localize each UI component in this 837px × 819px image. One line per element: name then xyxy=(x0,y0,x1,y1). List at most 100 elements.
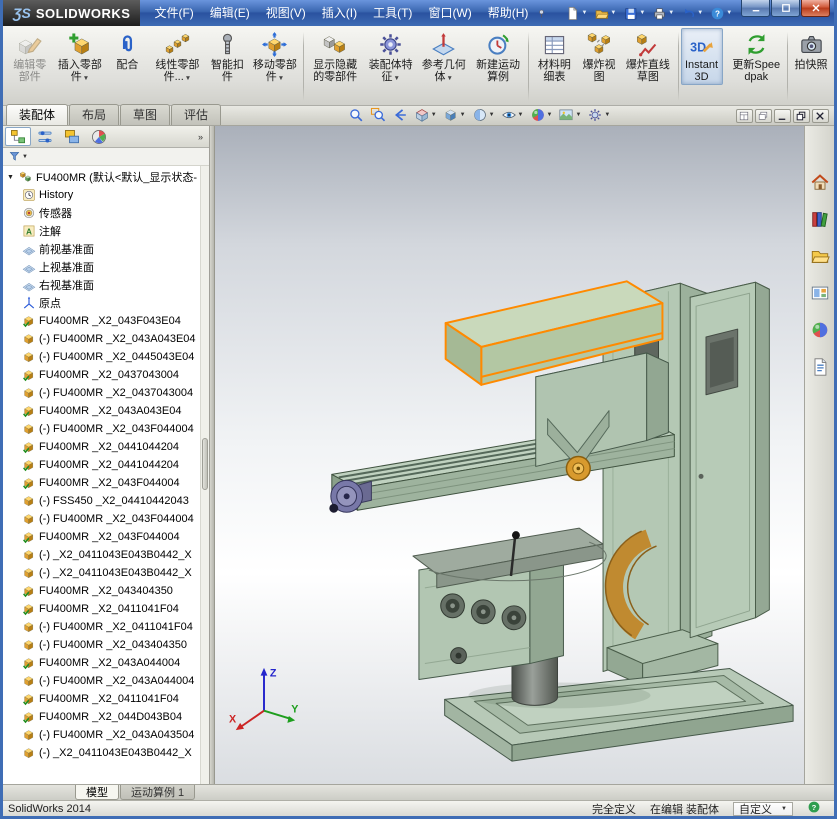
ribbon-exploded-view-button[interactable]: 爆炸视图 xyxy=(578,28,620,85)
cabinet-door[interactable] xyxy=(690,282,769,637)
tree-root[interactable]: ▼FU400MR (默认<默认_显示状态- xyxy=(5,168,199,186)
menu-item[interactable]: 帮助(H) xyxy=(480,0,537,26)
file-explorer-button[interactable] xyxy=(808,244,832,268)
scrollbar-thumb[interactable] xyxy=(202,438,208,490)
view-palette-button[interactable] xyxy=(808,281,832,305)
tree-component[interactable]: (-) FU400MR _X2_043404350 xyxy=(5,636,199,654)
win-tile-button[interactable] xyxy=(736,109,753,123)
tree-component[interactable]: FU400MR _X2_0441044204 xyxy=(5,438,199,456)
ribbon-move-component-button[interactable]: 移动零部件▼ xyxy=(248,28,301,87)
tree-component[interactable]: (-) FU400MR _X2_043A044004 xyxy=(5,672,199,690)
ribbon-motion-study-button[interactable]: 新建运动算例 xyxy=(470,28,526,85)
tree-folder[interactable]: 上视基准面 xyxy=(5,258,199,276)
restore-button[interactable] xyxy=(793,109,810,123)
ribbon-explode-sketch-button[interactable]: 爆炸直线草图 xyxy=(620,28,676,85)
ribbon-show-hidden-button[interactable]: 显示隐藏的零部件 xyxy=(306,28,364,85)
hide-show-button[interactable]: ▼ xyxy=(500,107,525,123)
tab-assembly[interactable]: 装配体 xyxy=(6,104,68,125)
tree-scrollbar[interactable] xyxy=(200,166,209,784)
undo-button[interactable]: ▼ xyxy=(679,5,705,22)
panel-tab-displaymanager[interactable] xyxy=(86,127,112,146)
print-button[interactable]: ▼ xyxy=(650,5,676,22)
ribbon-mate-button[interactable]: 配合 xyxy=(106,28,148,73)
tree-folder[interactable]: History xyxy=(5,186,199,204)
ribbon-insert-component-button[interactable]: 插入零部件▼ xyxy=(53,28,106,87)
tree-component[interactable]: FU400MR _X2_043F044004 xyxy=(5,474,199,492)
panel-tab-propertymanager[interactable] xyxy=(32,127,58,146)
new-document-button[interactable]: ▼ xyxy=(563,5,589,22)
tree-component[interactable]: FU400MR _X2_043F043E04 xyxy=(5,312,199,330)
tree-component[interactable]: FU400MR _X2_043F044004 xyxy=(5,528,199,546)
tree-component[interactable]: (-) FU400MR _X2_0437043004 xyxy=(5,384,199,402)
menu-item[interactable]: 视图(V) xyxy=(258,0,314,26)
zoom-fit-button[interactable] xyxy=(347,107,365,123)
tree-component[interactable]: FU400MR _X2_0441044204 xyxy=(5,456,199,474)
filter-button[interactable]: ▼ xyxy=(7,150,29,163)
tab-command-1[interactable]: 布局 xyxy=(69,104,119,125)
design-library-button[interactable] xyxy=(808,207,832,231)
edit-appearance-button[interactable]: ▼ xyxy=(529,107,554,123)
custom-dropdown[interactable]: 自定义 ▼ xyxy=(733,802,793,816)
tree-component[interactable]: (-) FU400MR _X2_043F044004 xyxy=(5,420,199,438)
panel-tabs-overflow[interactable]: » xyxy=(198,132,207,142)
ribbon-bom-button[interactable]: 材料明细表 xyxy=(531,28,578,85)
ribbon-instant3d-button[interactable]: 3DInstant3D xyxy=(681,28,723,85)
tree-component[interactable]: FU400MR _X2_0437043004 xyxy=(5,366,199,384)
tab-command-2[interactable]: 草图 xyxy=(120,104,170,125)
tree-folder[interactable]: 传感器 xyxy=(5,204,199,222)
tree-component[interactable]: FU400MR _X2_043404350 xyxy=(5,582,199,600)
tree-component[interactable]: FU400MR _X2_0411041F04 xyxy=(5,690,199,708)
graphics-area[interactable]: Z X Y xyxy=(215,126,804,784)
tree-component[interactable]: (-) _X2_0411043E043B0442_X xyxy=(5,564,199,582)
view-settings-button[interactable]: ▼ xyxy=(586,107,611,123)
tree-component[interactable]: (-) _X2_0411043E043B0442_X xyxy=(5,546,199,564)
quick-tips-button[interactable]: ? xyxy=(807,800,821,817)
tree-component[interactable]: (-) FU400MR _X2_043A043E04 xyxy=(5,330,199,348)
win-cascade-button[interactable] xyxy=(755,109,772,123)
view-orientation-button[interactable]: ▼ xyxy=(442,107,467,123)
ribbon-reference-geometry-button[interactable]: 参考几何体▼ xyxy=(417,28,470,87)
panel-tab-featuremanager[interactable] xyxy=(5,127,31,146)
model-tab[interactable]: 模型 xyxy=(75,785,119,800)
tree-component[interactable]: FU400MR _X2_043A043E04 xyxy=(5,402,199,420)
custom-properties-button[interactable] xyxy=(808,355,832,379)
tree-folder[interactable]: A注解 xyxy=(5,222,199,240)
model-tab[interactable]: 运动算例 1 xyxy=(120,785,195,800)
zoom-area-button[interactable] xyxy=(369,107,387,123)
tree-component[interactable]: (-) FU400MR _X2_0445043E04 xyxy=(5,348,199,366)
ribbon-smart-fasteners-button[interactable]: 智能扣件 xyxy=(206,28,248,85)
tree-component[interactable]: (-) FU400MR _X2_043A043504 xyxy=(5,726,199,744)
open-document-button[interactable]: ▼ xyxy=(592,5,618,22)
tree-component[interactable]: (-) FU400MR _X2_0411041F04 xyxy=(5,618,199,636)
close-button[interactable] xyxy=(801,0,830,17)
tree-folder[interactable]: 前视基准面 xyxy=(5,240,199,258)
minimize-button[interactable] xyxy=(741,0,770,17)
tab-command-3[interactable]: 评估 xyxy=(171,104,221,125)
menu-item[interactable]: 文件(F) xyxy=(146,0,201,26)
tree-component[interactable]: FU400MR _X2_043A044004 xyxy=(5,654,199,672)
ribbon-update-speedpak-button[interactable]: 更新Speedpak xyxy=(727,28,785,85)
tree-component[interactable]: (-) _X2_0411043E043B0442_X xyxy=(5,744,199,762)
menu-item[interactable]: 插入(I) xyxy=(314,0,365,26)
display-style-button[interactable]: ▼ xyxy=(471,107,496,123)
tree-folder[interactable]: 原点 xyxy=(5,294,199,312)
tree-component[interactable]: (-) FU400MR _X2_043F044004 xyxy=(5,510,199,528)
ribbon-edit-component-button[interactable]: 编辑零部件 xyxy=(6,28,53,85)
appearances-scenes-button[interactable] xyxy=(808,318,832,342)
ribbon-snapshot-button[interactable]: 拍快照 xyxy=(790,28,832,73)
menu-item[interactable]: 窗口(W) xyxy=(420,0,479,26)
menu-item[interactable]: 工具(T) xyxy=(365,0,420,26)
tree-component[interactable]: FU400MR _X2_0411041F04 xyxy=(5,600,199,618)
menu-item[interactable]: 编辑(E) xyxy=(202,0,258,26)
machine-model[interactable] xyxy=(215,126,804,784)
ribbon-assembly-features-button[interactable]: 装配体特征▼ xyxy=(364,28,417,87)
help-button[interactable]: ?▼ xyxy=(708,5,734,22)
panel-tab-configurationmanager[interactable] xyxy=(59,127,85,146)
tree-folder[interactable]: 右视基准面 xyxy=(5,276,199,294)
apply-scene-button[interactable]: ▼ xyxy=(557,107,582,123)
maximize-button[interactable] xyxy=(771,0,800,17)
previous-view-button[interactable] xyxy=(391,107,409,123)
tree-component[interactable]: (-) FSS450 _X2_04410442043 xyxy=(5,492,199,510)
pin-icon[interactable] xyxy=(536,8,547,19)
minimize-button[interactable] xyxy=(774,109,791,123)
